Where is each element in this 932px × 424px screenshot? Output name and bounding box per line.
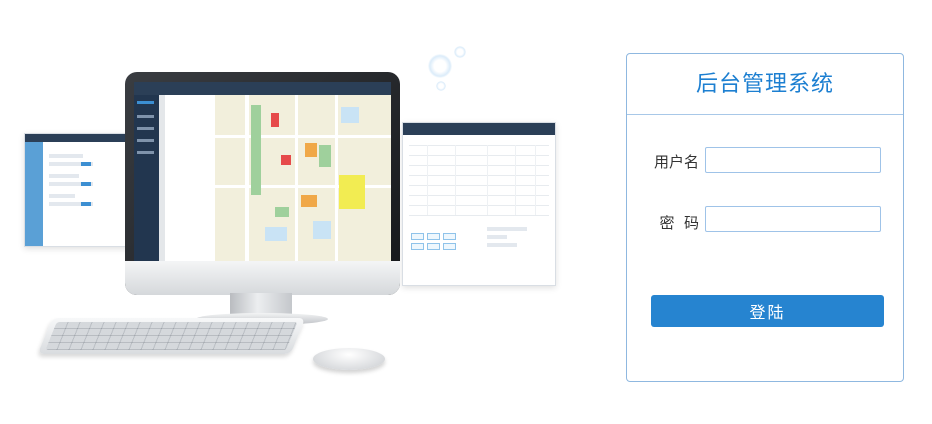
keyboard bbox=[37, 318, 306, 354]
hero-illustration bbox=[0, 0, 600, 424]
decorative-bubble bbox=[428, 54, 452, 78]
login-button[interactable]: 登陆 bbox=[651, 295, 884, 327]
title-divider bbox=[627, 114, 903, 115]
mouse bbox=[313, 348, 385, 370]
username-input[interactable] bbox=[705, 147, 881, 173]
decorative-bubble bbox=[454, 46, 466, 58]
login-title: 后台管理系统 bbox=[695, 72, 834, 97]
monitor-screen bbox=[134, 82, 391, 261]
map-view bbox=[215, 95, 391, 261]
password-input[interactable] bbox=[705, 206, 881, 232]
decorative-bubble bbox=[436, 81, 446, 91]
floating-dashboard-left bbox=[24, 133, 136, 247]
password-label: 密 码 bbox=[659, 214, 699, 232]
login-form: 后台管理系统 用户名 密 码 登陆 bbox=[626, 53, 904, 382]
monitor-chin bbox=[125, 261, 400, 295]
username-label: 用户名 bbox=[653, 153, 699, 171]
floating-dashboard-right bbox=[402, 122, 556, 286]
